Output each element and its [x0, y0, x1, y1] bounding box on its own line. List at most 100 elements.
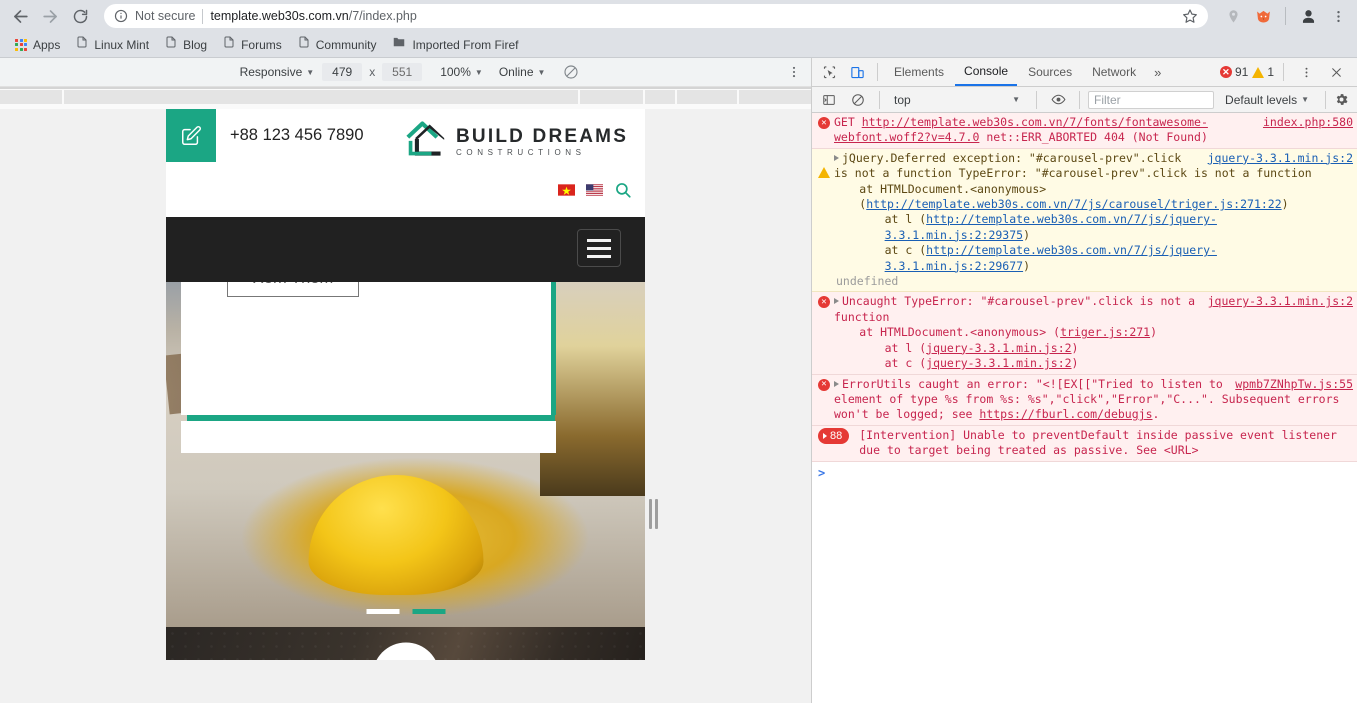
media-query-track: [0, 90, 811, 104]
console-message-error[interactable]: ✕ jquery-3.3.1.min.js:2 Uncaught TypeErr…: [812, 292, 1357, 375]
profile-avatar-icon[interactable]: [1295, 3, 1321, 29]
carousel-caption-strip: [181, 421, 556, 453]
vertical-dots-icon[interactable]: [1293, 60, 1319, 84]
throttling-selector[interactable]: Online ▼: [491, 65, 554, 79]
bookmark-forums[interactable]: Forums: [216, 32, 289, 57]
warning-count-badge[interactable]: 1: [1252, 65, 1274, 79]
expand-triangle-icon: [823, 433, 827, 440]
context-label: top: [894, 92, 911, 107]
page-icon: [76, 35, 88, 54]
search-icon[interactable]: [614, 181, 632, 199]
filterbar-divider: [1036, 90, 1037, 109]
bookmark-blog[interactable]: Blog: [158, 32, 214, 57]
clear-console-icon[interactable]: [845, 88, 871, 112]
console-sidebar-icon[interactable]: [816, 88, 842, 112]
chevron-down-icon: ▼: [306, 67, 315, 77]
toolbar-icons: [1218, 3, 1351, 29]
device-selector[interactable]: Responsive ▼: [232, 65, 323, 79]
media-query-segment[interactable]: [645, 90, 675, 104]
zoom-selector[interactable]: 100% ▼: [432, 65, 491, 79]
video-section[interactable]: [166, 627, 645, 660]
read-more-button[interactable]: Xem Thêm: [227, 282, 359, 297]
counter-divider: [1283, 63, 1284, 81]
bookmark-apps[interactable]: Apps: [8, 35, 67, 55]
console-source-link[interactable]: wpmb7ZNhpTw.js:55: [1235, 377, 1353, 392]
hardhat-shape: [308, 475, 484, 596]
inspect-element-icon[interactable]: [816, 60, 842, 84]
no-throttling-icon[interactable]: [563, 64, 579, 80]
bookmark-community[interactable]: Community: [291, 32, 384, 57]
fox-extension-icon[interactable]: [1250, 3, 1276, 29]
viewport-height-input[interactable]: 551: [382, 63, 423, 81]
site-logo[interactable]: BUILD DREAMS CONSTRUCTIONS: [404, 119, 628, 164]
media-query-segment[interactable]: [738, 90, 811, 104]
chrome-menu-icon[interactable]: [1325, 3, 1351, 29]
error-count-badge[interactable]: ✕ 91: [1219, 65, 1249, 79]
location-pin-icon[interactable]: [1220, 3, 1246, 29]
expand-triangle-icon[interactable]: [834, 298, 839, 305]
reload-icon[interactable]: [66, 2, 94, 30]
console-message-error[interactable]: ✕ wpmb7ZNhpTw.js:55 ErrorUtils caught an…: [812, 374, 1357, 426]
error-count: 91: [1234, 65, 1249, 79]
log-levels-selector[interactable]: Default levels ▼: [1217, 93, 1317, 107]
bookmark-linux-mint[interactable]: Linux Mint: [69, 32, 156, 57]
warning-count: 1: [1267, 65, 1274, 79]
console-message-warning[interactable]: jquery-3.3.1.min.js:2 jQuery.Deferred ex…: [812, 148, 1357, 293]
dimension-separator: x: [369, 65, 376, 79]
hamburger-menu-icon[interactable]: [577, 229, 621, 267]
viewport-width-input[interactable]: 479: [322, 63, 363, 81]
usa-flag-icon[interactable]: [586, 184, 603, 196]
chevron-double-right-icon[interactable]: »: [1147, 65, 1168, 80]
omnibox-divider: [202, 8, 204, 24]
close-icon[interactable]: [1323, 60, 1349, 84]
security-label: Not secure: [135, 9, 196, 23]
page-icon: [165, 35, 177, 54]
expand-triangle-icon[interactable]: [834, 380, 839, 387]
play-button-icon[interactable]: [372, 642, 439, 660]
device-selector-label: Responsive: [239, 65, 303, 79]
media-query-segment[interactable]: [0, 90, 62, 104]
carousel-dot-active[interactable]: [412, 609, 445, 614]
media-query-segment[interactable]: [63, 90, 578, 104]
website-content: +88 123 456 7890 BUILD DREAMS CONSTRUCTI…: [166, 109, 645, 660]
bookmark-imported-from-firefox[interactable]: Imported From Firef: [385, 32, 525, 57]
repeat-count: 88: [830, 429, 843, 442]
console-prompt[interactable]: >: [812, 462, 1357, 484]
media-query-segment[interactable]: [677, 90, 737, 104]
carousel-dot[interactable]: [366, 609, 399, 614]
star-icon[interactable]: [1176, 8, 1198, 24]
tab-sources[interactable]: Sources: [1019, 58, 1081, 86]
logo-subtitle: CONSTRUCTIONS: [456, 147, 586, 157]
execution-context-selector[interactable]: top ▼: [888, 93, 1028, 107]
back-arrow-icon[interactable]: [6, 2, 34, 30]
message-repeat-badge[interactable]: 88: [818, 427, 850, 445]
address-bar[interactable]: Not secure template.web30s.com.vn/7/inde…: [104, 4, 1208, 28]
console-message-error[interactable]: ✕ index.php:580 GET http://template.web3…: [812, 113, 1357, 149]
device-toolbar-menu[interactable]: [787, 65, 801, 79]
tab-network[interactable]: Network: [1083, 58, 1145, 86]
pencil-square-icon[interactable]: [166, 109, 216, 162]
console-message-text: [Intervention] Unable to preventDefault …: [859, 427, 1337, 458]
gear-icon[interactable]: [1334, 92, 1353, 107]
bookmark-label: Blog: [183, 37, 208, 52]
browser-window: Not secure template.web30s.com.vn/7/inde…: [0, 0, 1357, 703]
tab-console[interactable]: Console: [955, 58, 1018, 86]
tab-elements[interactable]: Elements: [885, 58, 953, 86]
hero-carousel[interactable]: Xem Thêm: [166, 282, 645, 627]
expand-triangle-icon[interactable]: [834, 154, 839, 161]
viewport-resize-handle-right[interactable]: [648, 495, 658, 533]
console-source-link[interactable]: index.php:580: [1263, 115, 1353, 130]
vietnam-flag-icon[interactable]: [558, 184, 575, 196]
forward-arrow-icon[interactable]: [36, 2, 64, 30]
content-split: Responsive ▼ 479 x 551 100% ▼ Online ▼ +…: [0, 58, 1357, 703]
console-filter-input[interactable]: [1088, 90, 1215, 109]
console-source-link[interactable]: jquery-3.3.1.min.js:2: [1208, 294, 1353, 309]
device-toolbar-icon[interactable]: [844, 60, 870, 84]
media-query-ruler[interactable]: [0, 87, 811, 109]
media-query-segment[interactable]: [579, 90, 644, 104]
bookmark-label: Community: [315, 37, 377, 52]
console-messages[interactable]: ✕ index.php:580 GET http://template.web3…: [812, 113, 1357, 703]
console-message-intervention[interactable]: 88 [Intervention] Unable to preventDefau…: [812, 425, 1357, 462]
console-source-link[interactable]: jquery-3.3.1.min.js:2: [1208, 151, 1353, 166]
live-expression-eye-icon[interactable]: [1045, 88, 1071, 112]
